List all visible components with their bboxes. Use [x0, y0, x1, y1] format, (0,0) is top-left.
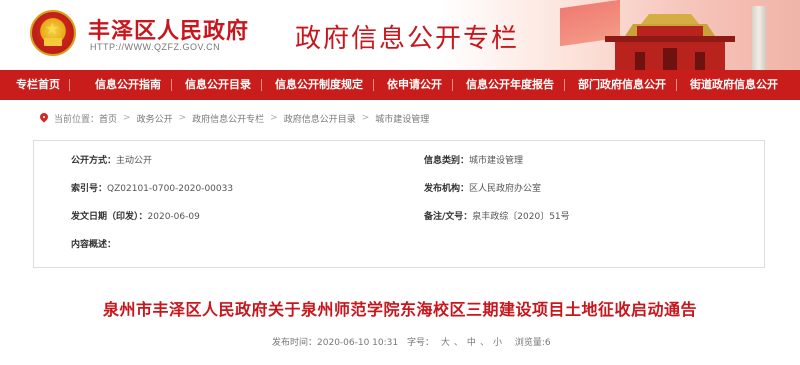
breadcrumb-urban-construction[interactable]: 城市建设管理: [375, 112, 429, 125]
zone-title: 政府信息公开专栏: [295, 24, 520, 54]
site-title[interactable]: 丰泽区人民政府: [88, 13, 249, 45]
nav-item-department[interactable]: 部门政府信息公开: [564, 70, 676, 100]
publish-time-value: 2020-06-10 10:31: [317, 338, 399, 348]
index-value: QZ02101-0700-2020-00033: [107, 184, 234, 194]
index-row: 索引号：QZ02101-0700-2020-00033: [71, 181, 233, 196]
index-label: 索引号：: [71, 184, 108, 194]
breadcrumb: 当前位置： 首页 > 政务公开 > 政府信息公开专栏 > 政府信息公开目录 > …: [40, 110, 429, 126]
main-nav: 专栏首页 信息公开指南 信息公开目录 信息公开制度规定 依申请公开 信息公开年度…: [0, 70, 800, 100]
category-row: 信息类别：城市建设管理: [424, 153, 523, 168]
site-url: HTTP://WWW.QZFZ.GOV.CN: [90, 42, 221, 52]
doc-number-value: 泉丰政综〔2020〕51号: [472, 212, 570, 222]
font-size-small-button[interactable]: 小: [493, 338, 502, 348]
breadcrumb-gov-affairs[interactable]: 政务公开: [137, 112, 173, 125]
breadcrumb-info-zone[interactable]: 政府信息公开专栏: [192, 112, 264, 125]
breadcrumb-home[interactable]: 首页: [99, 112, 117, 125]
nav-item-home[interactable]: 专栏首页: [0, 70, 69, 100]
breadcrumb-prefix: 当前位置：: [54, 114, 100, 125]
summary-label: 内容概述：: [71, 240, 117, 250]
breadcrumb-info-catalog[interactable]: 政府信息公开目录: [284, 112, 356, 125]
site-header: ★ 丰泽区人民政府 HTTP://WWW.QZFZ.GOV.CN 政府信息公开专…: [0, 0, 800, 70]
nav-item-application[interactable]: 依申请公开: [373, 70, 452, 100]
views-value: 6: [544, 338, 551, 348]
doc-number-row: 备注/文号：泉丰政综〔2020〕51号: [424, 209, 570, 224]
doc-number-label: 备注/文号：: [424, 212, 473, 222]
nav-item-regulations[interactable]: 信息公开制度规定: [261, 70, 373, 100]
location-pin-icon: [40, 113, 49, 124]
category-value: 城市建设管理: [469, 156, 524, 166]
article-meta: 发布时间：2020-06-10 10:31 字号： 大、中、小 浏览量:6: [272, 338, 551, 348]
breadcrumb-separator: >: [270, 113, 278, 123]
national-emblem-icon: ★: [30, 10, 76, 56]
open-method-value: 主动公开: [116, 156, 153, 166]
publisher-value: 区人民政府办公室: [469, 184, 542, 194]
publisher-row: 发布机构：区人民政府办公室: [424, 181, 541, 196]
article-title: 泉州市丰泽区人民政府关于泉州师范学院东海校区三期建设项目土地征收启动通告: [102, 300, 697, 319]
breadcrumb-separator: >: [123, 113, 131, 123]
nav-item-guide[interactable]: 信息公开指南: [69, 70, 171, 100]
publisher-label: 发布机构：: [424, 184, 470, 194]
publish-time-label: 发布时间：: [272, 338, 318, 348]
nav-item-catalog[interactable]: 信息公开目录: [171, 70, 261, 100]
open-method-label: 公开方式：: [71, 156, 117, 166]
views-label: 浏览量:: [514, 338, 545, 348]
issue-date-value: 2020-06-09: [147, 212, 200, 222]
font-size-medium-button[interactable]: 中: [467, 338, 476, 348]
huabiao-pillar-decoration: [752, 6, 766, 70]
font-size-label: 字号：: [407, 338, 435, 348]
nav-item-street[interactable]: 街道政府信息公开: [676, 70, 786, 100]
breadcrumb-separator: >: [178, 113, 187, 123]
font-size-large-button[interactable]: 大: [441, 338, 450, 348]
issue-date-label: 发文日期（印发）：: [71, 212, 148, 222]
nav-item-annual-report[interactable]: 信息公开年度报告: [452, 70, 564, 100]
issue-date-row: 发文日期（印发）：2020-06-09: [71, 209, 200, 224]
open-method-row: 公开方式：主动公开: [71, 153, 152, 168]
category-label: 信息类别：: [424, 156, 470, 166]
tiananmen-illustration: [605, 14, 735, 70]
document-info-panel: 公开方式：主动公开 信息类别：城市建设管理 索引号：QZ02101-0700-2…: [33, 140, 765, 268]
summary-row: 内容概述：: [71, 237, 116, 252]
breadcrumb-separator: >: [361, 113, 370, 123]
